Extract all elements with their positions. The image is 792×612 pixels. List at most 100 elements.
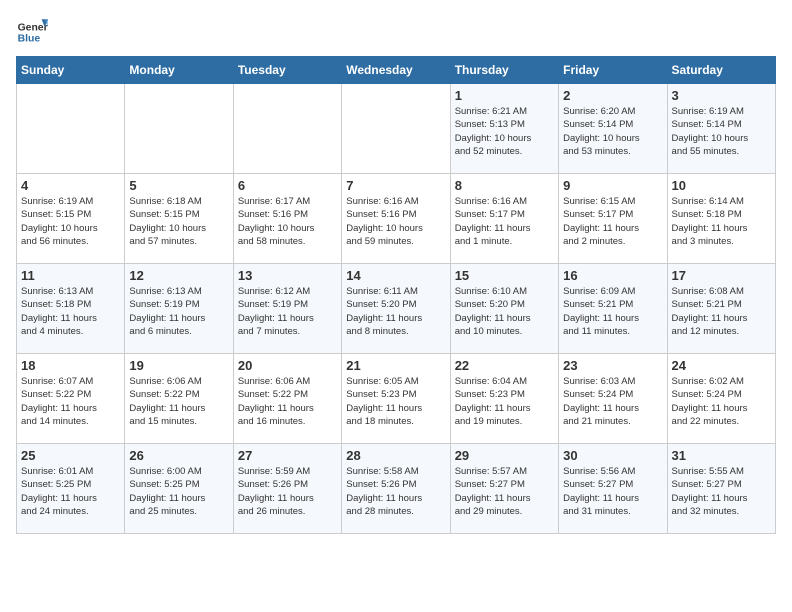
calendar-cell: 24Sunrise: 6:02 AM Sunset: 5:24 PM Dayli… xyxy=(667,354,775,444)
day-info: Sunrise: 6:01 AM Sunset: 5:25 PM Dayligh… xyxy=(21,465,120,518)
page-header: General Blue xyxy=(16,16,776,48)
weekday-monday: Monday xyxy=(125,57,233,84)
day-info: Sunrise: 6:13 AM Sunset: 5:19 PM Dayligh… xyxy=(129,285,228,338)
day-info: Sunrise: 6:11 AM Sunset: 5:20 PM Dayligh… xyxy=(346,285,445,338)
day-info: Sunrise: 6:06 AM Sunset: 5:22 PM Dayligh… xyxy=(129,375,228,428)
day-number: 30 xyxy=(563,448,662,463)
day-number: 19 xyxy=(129,358,228,373)
logo-icon: General Blue xyxy=(16,16,48,48)
weekday-saturday: Saturday xyxy=(667,57,775,84)
day-info: Sunrise: 6:19 AM Sunset: 5:15 PM Dayligh… xyxy=(21,195,120,248)
day-number: 15 xyxy=(455,268,554,283)
calendar-cell: 19 Sunrise: 6:06 AM Sunset: 5:22 PM Dayli… xyxy=(125,354,233,444)
day-number: 17 xyxy=(672,268,771,283)
day-info: Sunrise: 6:07 AM Sunset: 5:22 PM Dayligh… xyxy=(21,375,120,428)
day-number: 9 xyxy=(563,178,662,193)
calendar-cell: 31 Sunrise: 5:55 AM Sunset: 5:27 PM Dayli… xyxy=(667,444,775,534)
calendar-cell: 11Sunrise: 6:13 AM Sunset: 5:18 PM Dayli… xyxy=(17,264,125,354)
day-number: 28 xyxy=(346,448,445,463)
day-info: Sunrise: 6:10 AM Sunset: 5:20 PM Dayligh… xyxy=(455,285,554,338)
calendar-cell xyxy=(233,84,341,174)
day-number: 6 xyxy=(238,178,337,193)
day-info: Sunrise: 6:13 AM Sunset: 5:18 PM Dayligh… xyxy=(21,285,120,338)
day-number: 14 xyxy=(346,268,445,283)
day-info: Sunrise: 6:21 AM Sunset: 5:13 PM Dayligh… xyxy=(455,105,554,158)
day-number: 8 xyxy=(455,178,554,193)
calendar-cell: 29 Sunrise: 5:57 AM Sunset: 5:27 PM Dayli… xyxy=(450,444,558,534)
calendar-cell: 4Sunrise: 6:19 AM Sunset: 5:15 PM Daylig… xyxy=(17,174,125,264)
day-info: Sunrise: 6:16 AM Sunset: 5:17 PM Dayligh… xyxy=(455,195,554,248)
week-row-5: 25Sunrise: 6:01 AM Sunset: 5:25 PM Dayli… xyxy=(17,444,776,534)
calendar-cell: 13 Sunrise: 6:12 AM Sunset: 5:19 PM Dayli… xyxy=(233,264,341,354)
day-info: Sunrise: 5:55 AM Sunset: 5:27 PM Dayligh… xyxy=(672,465,771,518)
day-info: Sunrise: 6:04 AM Sunset: 5:23 PM Dayligh… xyxy=(455,375,554,428)
weekday-wednesday: Wednesday xyxy=(342,57,450,84)
calendar-cell: 23 Sunrise: 6:03 AM Sunset: 5:24 PM Dayli… xyxy=(559,354,667,444)
day-number: 1 xyxy=(455,88,554,103)
calendar-table: SundayMondayTuesdayWednesdayThursdayFrid… xyxy=(16,56,776,534)
day-info: Sunrise: 6:16 AM Sunset: 5:16 PM Dayligh… xyxy=(346,195,445,248)
calendar-cell: 28 Sunrise: 5:58 AM Sunset: 5:26 PM Dayli… xyxy=(342,444,450,534)
day-number: 18 xyxy=(21,358,120,373)
day-number: 31 xyxy=(672,448,771,463)
svg-text:Blue: Blue xyxy=(18,34,41,45)
weekday-friday: Friday xyxy=(559,57,667,84)
logo: General Blue xyxy=(16,16,48,48)
day-info: Sunrise: 5:57 AM Sunset: 5:27 PM Dayligh… xyxy=(455,465,554,518)
calendar-cell xyxy=(125,84,233,174)
day-number: 7 xyxy=(346,178,445,193)
week-row-4: 18 Sunrise: 6:07 AM Sunset: 5:22 PM Dayli… xyxy=(17,354,776,444)
calendar-cell: 2 Sunrise: 6:20 AM Sunset: 5:14 PM Daylig… xyxy=(559,84,667,174)
weekday-sunday: Sunday xyxy=(17,57,125,84)
calendar-cell: 22 Sunrise: 6:04 AM Sunset: 5:23 PM Dayli… xyxy=(450,354,558,444)
weekday-header-row: SundayMondayTuesdayWednesdayThursdayFrid… xyxy=(17,57,776,84)
day-info: Sunrise: 6:12 AM Sunset: 5:19 PM Dayligh… xyxy=(238,285,337,338)
calendar-cell: 14 Sunrise: 6:11 AM Sunset: 5:20 PM Dayli… xyxy=(342,264,450,354)
calendar-cell: 18 Sunrise: 6:07 AM Sunset: 5:22 PM Dayli… xyxy=(17,354,125,444)
calendar-body: 1 Sunrise: 6:21 AM Sunset: 5:13 PM Daylig… xyxy=(17,84,776,534)
calendar-cell: 5Sunrise: 6:18 AM Sunset: 5:15 PM Daylig… xyxy=(125,174,233,264)
calendar-cell: 3 Sunrise: 6:19 AM Sunset: 5:14 PM Daylig… xyxy=(667,84,775,174)
week-row-1: 1 Sunrise: 6:21 AM Sunset: 5:13 PM Daylig… xyxy=(17,84,776,174)
calendar-cell: 20Sunrise: 6:06 AM Sunset: 5:22 PM Dayli… xyxy=(233,354,341,444)
day-info: Sunrise: 6:17 AM Sunset: 5:16 PM Dayligh… xyxy=(238,195,337,248)
calendar-cell: 16Sunrise: 6:09 AM Sunset: 5:21 PM Dayli… xyxy=(559,264,667,354)
weekday-tuesday: Tuesday xyxy=(233,57,341,84)
day-info: Sunrise: 6:14 AM Sunset: 5:18 PM Dayligh… xyxy=(672,195,771,248)
calendar-cell: 9 Sunrise: 6:15 AM Sunset: 5:17 PM Daylig… xyxy=(559,174,667,264)
day-number: 27 xyxy=(238,448,337,463)
calendar-cell xyxy=(17,84,125,174)
svg-text:General: General xyxy=(18,22,48,33)
weekday-thursday: Thursday xyxy=(450,57,558,84)
day-info: Sunrise: 6:03 AM Sunset: 5:24 PM Dayligh… xyxy=(563,375,662,428)
calendar-cell: 15 Sunrise: 6:10 AM Sunset: 5:20 PM Dayli… xyxy=(450,264,558,354)
day-number: 29 xyxy=(455,448,554,463)
calendar-cell: 30 Sunrise: 5:56 AM Sunset: 5:27 PM Dayli… xyxy=(559,444,667,534)
day-number: 23 xyxy=(563,358,662,373)
day-number: 20 xyxy=(238,358,337,373)
day-number: 5 xyxy=(129,178,228,193)
day-info: Sunrise: 6:08 AM Sunset: 5:21 PM Dayligh… xyxy=(672,285,771,338)
day-number: 26 xyxy=(129,448,228,463)
day-info: Sunrise: 6:02 AM Sunset: 5:24 PM Dayligh… xyxy=(672,375,771,428)
day-info: Sunrise: 6:05 AM Sunset: 5:23 PM Dayligh… xyxy=(346,375,445,428)
calendar-cell: 26 Sunrise: 6:00 AM Sunset: 5:25 PM Dayli… xyxy=(125,444,233,534)
day-number: 22 xyxy=(455,358,554,373)
week-row-3: 11Sunrise: 6:13 AM Sunset: 5:18 PM Dayli… xyxy=(17,264,776,354)
day-number: 12 xyxy=(129,268,228,283)
day-number: 2 xyxy=(563,88,662,103)
day-info: Sunrise: 5:56 AM Sunset: 5:27 PM Dayligh… xyxy=(563,465,662,518)
day-info: Sunrise: 6:19 AM Sunset: 5:14 PM Dayligh… xyxy=(672,105,771,158)
day-number: 16 xyxy=(563,268,662,283)
day-info: Sunrise: 5:58 AM Sunset: 5:26 PM Dayligh… xyxy=(346,465,445,518)
calendar-cell: 25Sunrise: 6:01 AM Sunset: 5:25 PM Dayli… xyxy=(17,444,125,534)
day-info: Sunrise: 6:15 AM Sunset: 5:17 PM Dayligh… xyxy=(563,195,662,248)
day-number: 3 xyxy=(672,88,771,103)
day-number: 13 xyxy=(238,268,337,283)
calendar-cell xyxy=(342,84,450,174)
calendar-cell: 10Sunrise: 6:14 AM Sunset: 5:18 PM Dayli… xyxy=(667,174,775,264)
day-info: Sunrise: 6:20 AM Sunset: 5:14 PM Dayligh… xyxy=(563,105,662,158)
calendar-cell: 1 Sunrise: 6:21 AM Sunset: 5:13 PM Daylig… xyxy=(450,84,558,174)
calendar-cell: 6 Sunrise: 6:17 AM Sunset: 5:16 PM Daylig… xyxy=(233,174,341,264)
day-info: Sunrise: 6:00 AM Sunset: 5:25 PM Dayligh… xyxy=(129,465,228,518)
